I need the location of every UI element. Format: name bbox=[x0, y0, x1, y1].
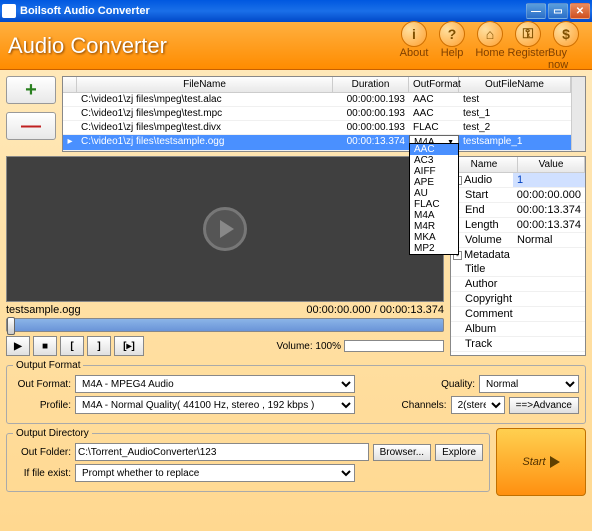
table-row[interactable]: ▸C:\video1\zj files\testsample.ogg00:00:… bbox=[63, 135, 571, 151]
property-row[interactable]: Comment bbox=[451, 307, 585, 322]
property-row[interactable]: Length00:00:13.374 bbox=[451, 218, 585, 233]
property-row[interactable]: End00:00:13.374 bbox=[451, 203, 585, 218]
app-title: Audio Converter bbox=[8, 33, 396, 59]
properties-panel: Name Value -Audio 1 Start00:00:00.000End… bbox=[450, 156, 586, 356]
header: Audio Converter iAbout?Help⌂Home⚿Registe… bbox=[0, 22, 592, 70]
property-row[interactable]: Title bbox=[451, 262, 585, 277]
col-outfilename[interactable]: OutFileName bbox=[459, 77, 571, 92]
seek-slider[interactable] bbox=[6, 318, 444, 332]
format-option[interactable]: APE bbox=[410, 177, 458, 188]
table-row[interactable]: C:\video1\zj files\mpeg\test.alac00:00:0… bbox=[63, 93, 571, 107]
mark-out-button[interactable]: ] bbox=[87, 336, 111, 356]
output-directory-group: Output Directory Out Folder: Browser... … bbox=[6, 428, 490, 492]
out-format-select[interactable]: M4A - MPEG4 Audio bbox=[75, 375, 355, 393]
header-register-button[interactable]: ⚿Register bbox=[510, 21, 546, 71]
header-about-button[interactable]: iAbout bbox=[396, 21, 432, 71]
video-preview[interactable] bbox=[6, 156, 444, 302]
channels-select[interactable]: 2(stereo) bbox=[451, 396, 505, 414]
profile-select[interactable]: M4A - Normal Quality( 44100 Hz, stereo ,… bbox=[75, 396, 355, 414]
format-option[interactable]: MP2 bbox=[410, 243, 458, 254]
help-icon: ? bbox=[439, 21, 465, 47]
props-metadata-group[interactable]: -Metadata bbox=[451, 248, 585, 262]
buy now-icon: $ bbox=[553, 21, 579, 47]
register-icon: ⚿ bbox=[515, 21, 541, 47]
format-option[interactable]: FLAC bbox=[410, 199, 458, 210]
property-row[interactable]: Track bbox=[451, 337, 585, 352]
stop-button[interactable]: ■ bbox=[33, 336, 57, 356]
format-option[interactable]: M4R bbox=[410, 221, 458, 232]
table-row[interactable]: C:\video1\zj files\mpeg\test.divx00:00:0… bbox=[63, 121, 571, 135]
format-option[interactable]: M4A bbox=[410, 210, 458, 221]
play-icon bbox=[550, 456, 560, 468]
props-col-value[interactable]: Value bbox=[518, 157, 585, 172]
main-area: + — FileName Duration OutFormat OutFileN… bbox=[0, 70, 592, 531]
seek-thumb[interactable] bbox=[7, 317, 15, 335]
out-folder-input[interactable] bbox=[75, 443, 369, 461]
output-format-group: Output Format Out Format: M4A - MPEG4 Au… bbox=[6, 360, 586, 424]
preview-time: 00:00:00.000 / 00:00:13.374 bbox=[306, 304, 444, 316]
minimize-button[interactable]: — bbox=[526, 3, 546, 19]
app-icon bbox=[2, 4, 16, 18]
window-title: Boilsoft Audio Converter bbox=[20, 5, 526, 17]
volume-slider[interactable] bbox=[344, 340, 444, 352]
maximize-button[interactable]: ▭ bbox=[548, 3, 568, 19]
quality-select[interactable]: Normal bbox=[479, 375, 579, 393]
property-row[interactable]: VolumeNormal bbox=[451, 233, 585, 248]
format-option[interactable]: AAC bbox=[410, 144, 458, 155]
add-file-button[interactable]: + bbox=[6, 76, 56, 104]
property-row[interactable]: Start00:00:00.000 bbox=[451, 188, 585, 203]
file-table-scrollbar[interactable] bbox=[571, 77, 585, 151]
play-overlay-icon[interactable] bbox=[203, 207, 247, 251]
play-button[interactable]: ▶ bbox=[6, 336, 30, 356]
header-help-button[interactable]: ?Help bbox=[434, 21, 470, 71]
props-audio-group[interactable]: -Audio 1 bbox=[451, 173, 585, 188]
titlebar[interactable]: Boilsoft Audio Converter — ▭ ✕ bbox=[0, 0, 592, 22]
props-col-name[interactable]: Name bbox=[451, 157, 518, 172]
header-home-button[interactable]: ⌂Home bbox=[472, 21, 508, 71]
format-option[interactable]: AIFF bbox=[410, 166, 458, 177]
browse-button[interactable]: Browser... bbox=[373, 444, 431, 461]
property-row[interactable]: Copyright bbox=[451, 292, 585, 307]
format-dropdown[interactable]: AACAC3AIFFAPEAUFLACM4AM4RMKAMP2 bbox=[409, 143, 459, 255]
explore-button[interactable]: Explore bbox=[435, 444, 483, 461]
property-row[interactable]: Album bbox=[451, 322, 585, 337]
format-option[interactable]: MKA bbox=[410, 232, 458, 243]
format-option[interactable]: AU bbox=[410, 188, 458, 199]
property-row[interactable]: Author bbox=[451, 277, 585, 292]
col-filename[interactable]: FileName bbox=[77, 77, 333, 92]
remove-file-button[interactable]: — bbox=[6, 112, 56, 140]
format-option[interactable]: AC3 bbox=[410, 155, 458, 166]
col-duration[interactable]: Duration bbox=[333, 77, 409, 92]
close-button[interactable]: ✕ bbox=[570, 3, 590, 19]
table-row[interactable]: C:\video1\zj files\mpeg\test.mpc00:00:00… bbox=[63, 107, 571, 121]
header-buy-now-button[interactable]: $Buy now bbox=[548, 21, 584, 71]
about-icon: i bbox=[401, 21, 427, 47]
mark-in-button[interactable]: [ bbox=[60, 336, 84, 356]
if-exist-select[interactable]: Prompt whether to replace bbox=[75, 464, 355, 482]
col-outformat[interactable]: OutFormat bbox=[409, 77, 459, 92]
home-icon: ⌂ bbox=[477, 21, 503, 47]
file-table[interactable]: FileName Duration OutFormat OutFileName … bbox=[62, 76, 586, 152]
volume-label: Volume: 100% bbox=[277, 341, 342, 352]
range-button[interactable]: [▸] bbox=[114, 336, 144, 356]
start-button[interactable]: Start bbox=[496, 428, 586, 496]
advance-button[interactable]: ==>Advance bbox=[509, 397, 579, 414]
preview-filename: testsample.ogg bbox=[6, 304, 81, 316]
